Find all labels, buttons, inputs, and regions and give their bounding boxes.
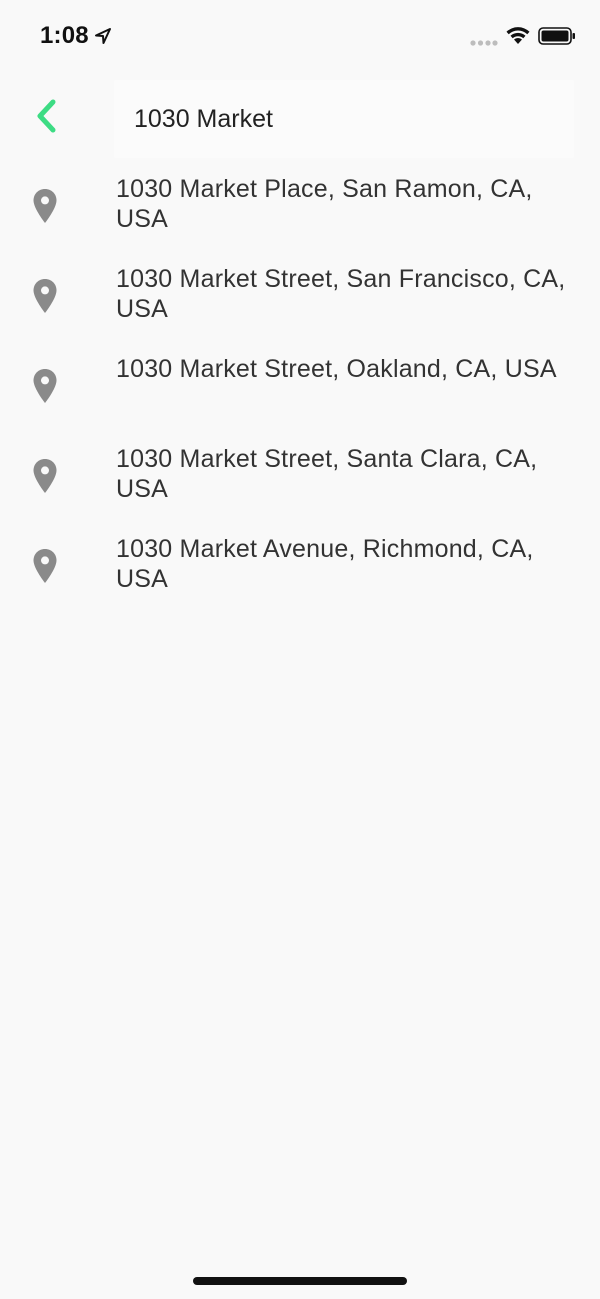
status-time: 1:08 xyxy=(40,22,89,49)
home-indicator[interactable] xyxy=(193,1277,407,1285)
map-pin-icon xyxy=(33,459,57,493)
result-item[interactable]: 1030 Market Street, Santa Clara, CA, USA xyxy=(0,440,600,530)
result-item[interactable]: 1030 Market Street, Oakland, CA, USA xyxy=(0,350,600,440)
results-list: 1030 Market Place, San Ramon, CA, USA 10… xyxy=(0,170,600,620)
search-input[interactable] xyxy=(134,80,554,158)
map-pin-icon xyxy=(33,369,57,403)
search-box xyxy=(114,80,574,158)
chevron-left-icon xyxy=(37,99,56,133)
status-bar: 1:08 xyxy=(0,0,600,72)
back-button[interactable] xyxy=(24,92,68,140)
map-pin-icon xyxy=(33,279,57,313)
result-item[interactable]: 1030 Market Place, San Ramon, CA, USA xyxy=(0,170,600,260)
map-pin-icon xyxy=(33,549,57,583)
location-arrow-icon xyxy=(95,28,111,44)
result-label: 1030 Market Street, Oakland, CA, USA xyxy=(116,355,557,383)
result-item[interactable]: 1030 Market Street, San Francisco, CA, U… xyxy=(0,260,600,350)
result-label: 1030 Market Place, San Ramon, CA, USA xyxy=(116,175,533,233)
map-pin-icon xyxy=(33,189,57,223)
result-label: 1030 Market Avenue, Richmond, CA, USA xyxy=(116,535,534,593)
result-item[interactable]: 1030 Market Avenue, Richmond, CA, USA xyxy=(0,530,600,620)
screen: 1:08 1030 Market 1030 Market Place, San … xyxy=(0,0,600,1299)
result-label: 1030 Market Street, San Francisco, CA, U… xyxy=(116,265,566,323)
wifi-icon xyxy=(506,27,530,44)
battery-icon xyxy=(538,27,575,45)
result-label: 1030 Market Street, Santa Clara, CA, USA xyxy=(116,445,538,503)
signal-dots-icon xyxy=(470,40,498,46)
